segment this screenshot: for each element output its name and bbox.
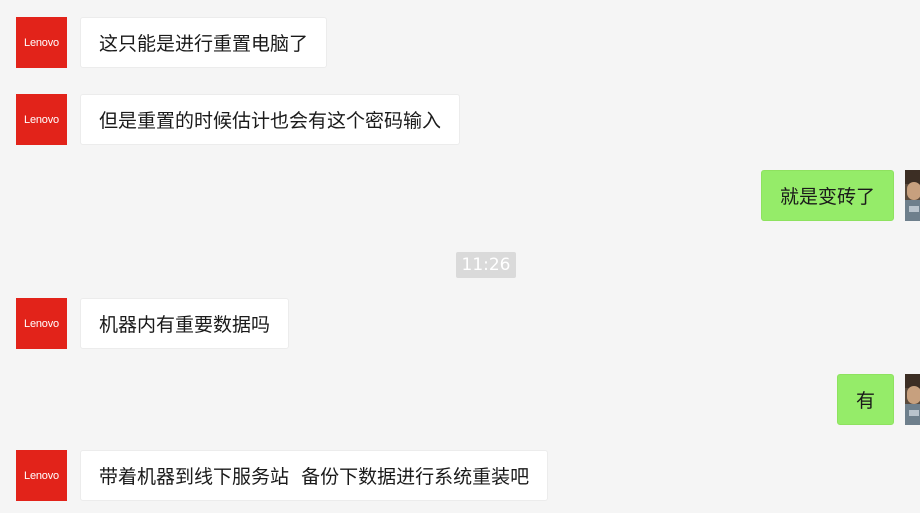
- message-bubble-incoming[interactable]: 带着机器到线下服务站 备份下数据进行系统重装吧: [80, 450, 549, 501]
- avatar-logo-text: Lenovo: [24, 469, 59, 482]
- avatar-logo-text: Lenovo: [24, 317, 59, 330]
- avatar-logo-text: Lenovo: [24, 113, 59, 126]
- avatar-logo-text: Lenovo: [24, 36, 59, 49]
- message-bubble-outgoing[interactable]: 就是变砖了: [760, 170, 894, 221]
- user-avatar[interactable]: [905, 374, 920, 425]
- message-bubble-outgoing[interactable]: 有: [836, 374, 894, 425]
- contact-avatar[interactable]: Lenovo: [16, 94, 67, 145]
- time-divider: 11:26: [456, 252, 516, 278]
- contact-avatar[interactable]: Lenovo: [16, 17, 67, 68]
- message-bubble-incoming[interactable]: 但是重置的时候估计也会有这个密码输入: [80, 94, 461, 145]
- message-bubble-incoming[interactable]: 这只能是进行重置电脑了: [80, 17, 328, 68]
- contact-avatar[interactable]: Lenovo: [16, 450, 67, 501]
- message-bubble-incoming[interactable]: 机器内有重要数据吗: [80, 298, 290, 349]
- chat-history: Lenovo 这只能是进行重置电脑了 Lenovo 但是重置的时候估计也会有这个…: [0, 0, 920, 513]
- contact-avatar[interactable]: Lenovo: [16, 298, 67, 349]
- user-avatar[interactable]: [905, 170, 920, 221]
